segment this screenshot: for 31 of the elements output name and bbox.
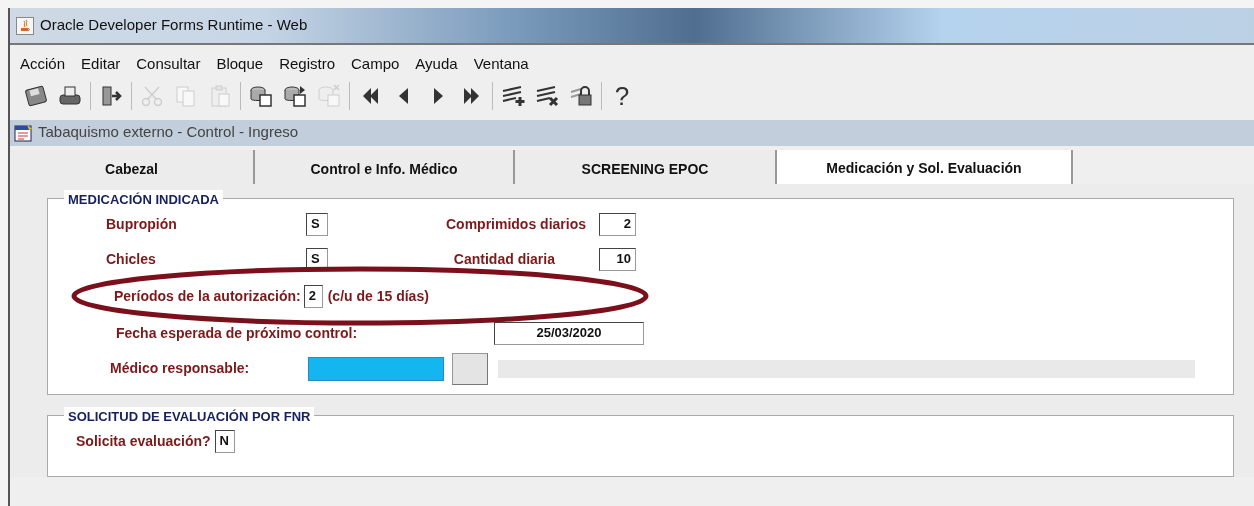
field-label: Fecha esperada de próximo control: [116,323,359,343]
date-field[interactable]: 25/03/2020 [494,321,644,345]
text-field[interactable]: 10 [599,247,636,271]
menu-item[interactable]: Campo [351,53,400,76]
window-title: Oracle Developer Forms Runtime - Web [40,15,308,36]
form-title: Tabaquismo externo - Control - Ingreso [38,122,299,143]
menu-item[interactable]: Ayuda [415,53,458,76]
list-button[interactable] [452,352,488,385]
field-label: Cantidad diaria [452,249,555,269]
text-field[interactable]: S [306,212,328,236]
text-field[interactable]: N [214,429,235,453]
menu-item[interactable]: Bloque [216,53,264,76]
field-label: (c/u de 15 días) [327,286,429,306]
help-button[interactable]: ? [608,81,636,110]
text-field[interactable]: 2 [599,212,636,236]
form-icon [14,122,34,143]
menu-item[interactable]: Consultar [136,53,201,76]
menu-item[interactable]: Editar [81,53,121,76]
field-label: Solicita evaluación? [76,431,211,451]
field-label: Bupropión [106,214,178,234]
text-field[interactable]: 2 [303,284,323,308]
form-tab[interactable]: Medicación y Sol. Evaluación [777,149,1073,184]
lookup-field[interactable] [308,356,444,381]
menu-item[interactable]: Acción [20,53,66,76]
java-cup-icon [16,16,34,35]
menu-item[interactable]: Registro [279,53,335,76]
menu-item[interactable]: Ventana [473,53,529,76]
field-label: Períodos de la autorización: [114,286,301,306]
field-label: Comprimidos diarios [444,214,586,234]
field-label: Chicles [106,249,157,269]
field-label: Médico responsable: [110,359,251,378]
